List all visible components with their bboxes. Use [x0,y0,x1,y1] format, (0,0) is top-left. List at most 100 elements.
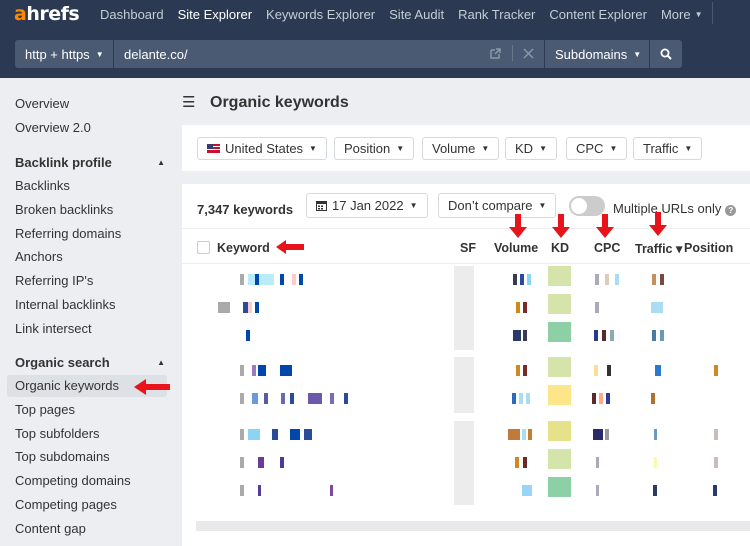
table-row[interactable] [182,357,750,385]
date-picker[interactable]: 17 Jan 2022 ▼ [306,193,428,218]
traffic-filter[interactable]: Traffic ▼ [633,137,703,160]
select-all-checkbox[interactable] [197,241,210,254]
section-backlink-profile[interactable]: Backlink profile ▲ [15,155,165,170]
column-keyword[interactable]: Keyword [217,241,270,255]
position-filter[interactable]: Position ▼ [334,137,415,160]
obfuscated-metric-value [652,330,656,341]
search-icon [660,48,672,60]
obfuscated-metric-value [607,365,611,376]
obfuscated-keyword-text [240,393,244,404]
obfuscated-keyword-text [292,274,296,285]
sort-desc-icon: ▾ [676,242,683,256]
serp-features-cell [454,322,474,350]
sidebar-item-link-intersect[interactable]: Link intersect [7,318,167,340]
ahrefs-logo[interactable]: ahrefs [14,3,80,25]
filter-bar: United States ▼ Position ▼ Volume ▼ KD ▼ CPC… [182,125,750,171]
obfuscated-keyword-text [344,393,348,404]
sidebar-item-backlinks[interactable]: Backlinks [7,175,167,197]
obfuscated-metric-value [596,457,599,468]
table-row[interactable] [182,385,750,413]
volume-filter[interactable]: Volume ▼ [422,137,500,160]
protocol-select[interactable]: http + https ▼ [15,40,113,68]
chevron-down-icon: ▼ [396,144,405,153]
sidebar-item-internal-backlinks[interactable]: Internal backlinks [7,294,167,316]
obfuscated-metric-value [714,429,718,440]
country-filter[interactable]: United States ▼ [197,137,327,160]
column-cpc[interactable]: CPC [594,241,620,255]
kd-filter[interactable]: KD ▼ [505,137,557,160]
annotation-arrow-left [134,379,170,395]
url-input[interactable]: delante.co/ [114,40,544,68]
nav-content-explorer[interactable]: Content Explorer [549,7,647,22]
multiple-urls-label: Multiple URLs only? [613,201,737,216]
obfuscated-metric-value [512,393,516,404]
sidebar-item-referring-ips[interactable]: Referring IP's [7,270,167,292]
obfuscated-metric-value [523,330,527,341]
obfuscated-keyword-text [258,365,266,376]
obfuscated-keyword-text [281,393,285,404]
nav-site-explorer[interactable]: Site Explorer [178,7,252,22]
table-row[interactable] [182,294,750,322]
obfuscated-keyword-text [252,365,256,376]
obfuscated-metric-value [523,457,527,468]
obfuscated-keyword-text [304,429,312,440]
nav-keywords-explorer[interactable]: Keywords Explorer [266,7,375,22]
help-icon[interactable]: ? [725,205,737,216]
obfuscated-metric-value [714,457,718,468]
section-organic-search[interactable]: Organic search ▲ [15,355,165,370]
chevron-down-icon: ▼ [694,10,703,19]
column-position[interactable]: Position [684,241,733,255]
serp-features-cell [454,477,474,505]
column-volume[interactable]: Volume [494,241,538,255]
obfuscated-keyword-text [252,393,258,404]
keywords-table-panel: 7,347 keywords 17 Jan 2022 ▼ Don’t compar… [182,184,750,546]
obfuscated-metric-value [714,365,718,376]
divider [182,263,750,264]
collapse-icon[interactable]: ▲ [157,358,165,367]
multiple-urls-toggle[interactable] [569,196,605,216]
obfuscated-metric-value [595,274,599,285]
chevron-down-icon: ▼ [481,144,490,153]
sidebar-item-top-subdomains[interactable]: Top subdomains [7,446,167,468]
table-row[interactable] [182,449,750,477]
collapse-icon[interactable]: ▲ [157,158,165,167]
obfuscated-metric-value [606,393,610,404]
annotation-arrow-down [509,214,527,238]
sidebar-item-content-gap[interactable]: Content gap [7,518,167,540]
external-link-icon[interactable] [489,47,502,60]
compare-select[interactable]: Don’t compare ▼ [438,193,557,218]
cpc-filter[interactable]: CPC ▼ [566,137,628,160]
chevron-down-icon: ▼ [539,144,547,153]
table-row[interactable] [182,477,750,505]
table-row[interactable] [182,322,750,350]
sidebar-item-anchors[interactable]: Anchors [7,246,167,268]
nav-site-audit[interactable]: Site Audit [389,7,444,22]
clear-icon[interactable] [523,47,534,59]
sidebar-item-broken-backlinks[interactable]: Broken backlinks [7,199,167,221]
column-sf[interactable]: SF [460,241,476,255]
chevron-down-icon: ▼ [633,50,642,59]
sidebar-item-overview-2[interactable]: Overview 2.0 [7,117,167,139]
sidebar-item-overview[interactable]: Overview [7,93,167,115]
nav-more[interactable]: More ▼ [661,7,703,22]
sidebar-item-competing-domains[interactable]: Competing domains [7,470,167,492]
mode-select[interactable]: Subdomains ▼ [545,40,649,68]
obfuscated-keyword-text [330,485,333,496]
obfuscated-keyword-text [240,457,244,468]
sidebar-item-competing-pages[interactable]: Competing pages [7,494,167,516]
search-button[interactable] [650,40,682,68]
sidebar-item-top-subfolders[interactable]: Top subfolders [7,423,167,445]
table-row[interactable] [182,421,750,449]
obfuscated-metric-value [602,330,606,341]
obfuscated-keyword-text [240,365,244,376]
serp-features-cell [454,385,474,413]
nav-dashboard[interactable]: Dashboard [100,7,164,22]
nav-rank-tracker[interactable]: Rank Tracker [458,7,535,22]
chevron-down-icon: ▼ [409,201,418,210]
table-row[interactable] [182,266,750,294]
sidebar-item-referring-domains[interactable]: Referring domains [7,223,167,245]
us-flag-icon [207,144,220,153]
sidebar-item-top-pages[interactable]: Top pages [7,399,167,421]
column-traffic[interactable]: Traffic ▾ [635,241,682,256]
column-kd[interactable]: KD [551,241,569,255]
